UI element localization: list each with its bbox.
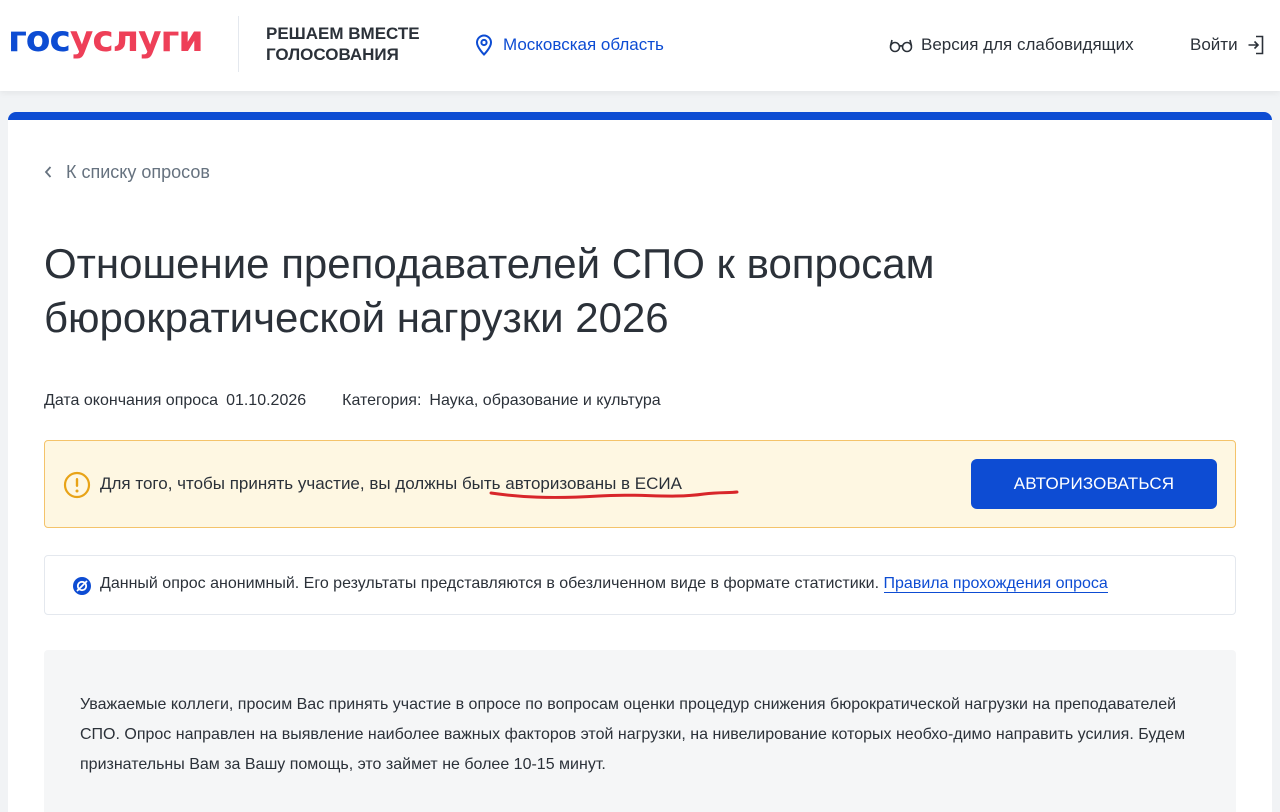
region-selector[interactable]: Московская область (474, 34, 664, 56)
survey-rules-link[interactable]: Правила прохождения опроса (883, 575, 1108, 593)
anonymous-notice-text: Данный опрос анонимный. Его результаты п… (100, 575, 1108, 593)
survey-description-text: Уважаемые коллеги, просим Вас принять уч… (80, 696, 1186, 773)
accessibility-version-link[interactable]: Версия для слабовидящих (889, 34, 1134, 56)
back-link-label: К списку опросов (66, 161, 210, 182)
category-value: Наука, образование и культура (429, 392, 661, 409)
anonymous-notice-body: Данный опрос анонимный. Его результаты п… (100, 575, 880, 592)
logo-part-uslugi: услуги (69, 19, 204, 60)
chevron-left-icon (44, 166, 52, 178)
anonymous-survey-notice: Данный опрос анонимный. Его результаты п… (44, 555, 1236, 615)
login-button[interactable]: Войти (1190, 34, 1265, 56)
region-label: Московская область (503, 35, 664, 54)
auth-required-banner: Для того, чтобы принять участие, вы долж… (44, 440, 1236, 528)
header-divider (238, 16, 239, 72)
category-label: Категория: (342, 392, 422, 409)
location-pin-icon (475, 34, 493, 56)
login-arrow-icon (1248, 35, 1263, 55)
project-name[interactable]: РЕШАЕМ ВМЕСТЕ ГОЛОСОВАНИЯ (266, 23, 466, 65)
gosuslugi-logo[interactable]: госуслуги (8, 18, 204, 62)
auth-required-text-start: Для того, чтобы принять участие, вы долж… (100, 474, 462, 493)
card-accent-bar (8, 112, 1272, 120)
survey-meta: Дата окончания опроса 01.10.2026 Категор… (44, 390, 661, 412)
end-date-value: 01.10.2026 (226, 392, 307, 409)
glasses-icon (889, 39, 913, 53)
logo-part-gos: гос (8, 19, 71, 60)
login-label: Войти (1190, 35, 1238, 54)
accessibility-label: Версия для слабовидящих (921, 35, 1134, 54)
anonymous-icon (73, 577, 91, 595)
survey-card: К списку опросов Отношение преподавателе… (8, 112, 1272, 812)
back-to-surveys-link[interactable]: К списку опросов (44, 160, 210, 184)
site-header: госуслуги РЕШАЕМ ВМЕСТЕ ГОЛОСОВАНИЯ Моск… (0, 0, 1280, 91)
survey-description: Уважаемые коллеги, просим Вас принять уч… (44, 650, 1236, 812)
authorize-button[interactable]: АВТОРИЗОВАТЬСЯ (971, 459, 1217, 509)
exclamation-circle-icon (63, 471, 91, 499)
end-date-label: Дата окончания опроса (44, 392, 219, 409)
survey-title: Отношение преподавателей СПО к вопросам … (44, 240, 935, 341)
handdrawn-red-underline (489, 490, 739, 499)
